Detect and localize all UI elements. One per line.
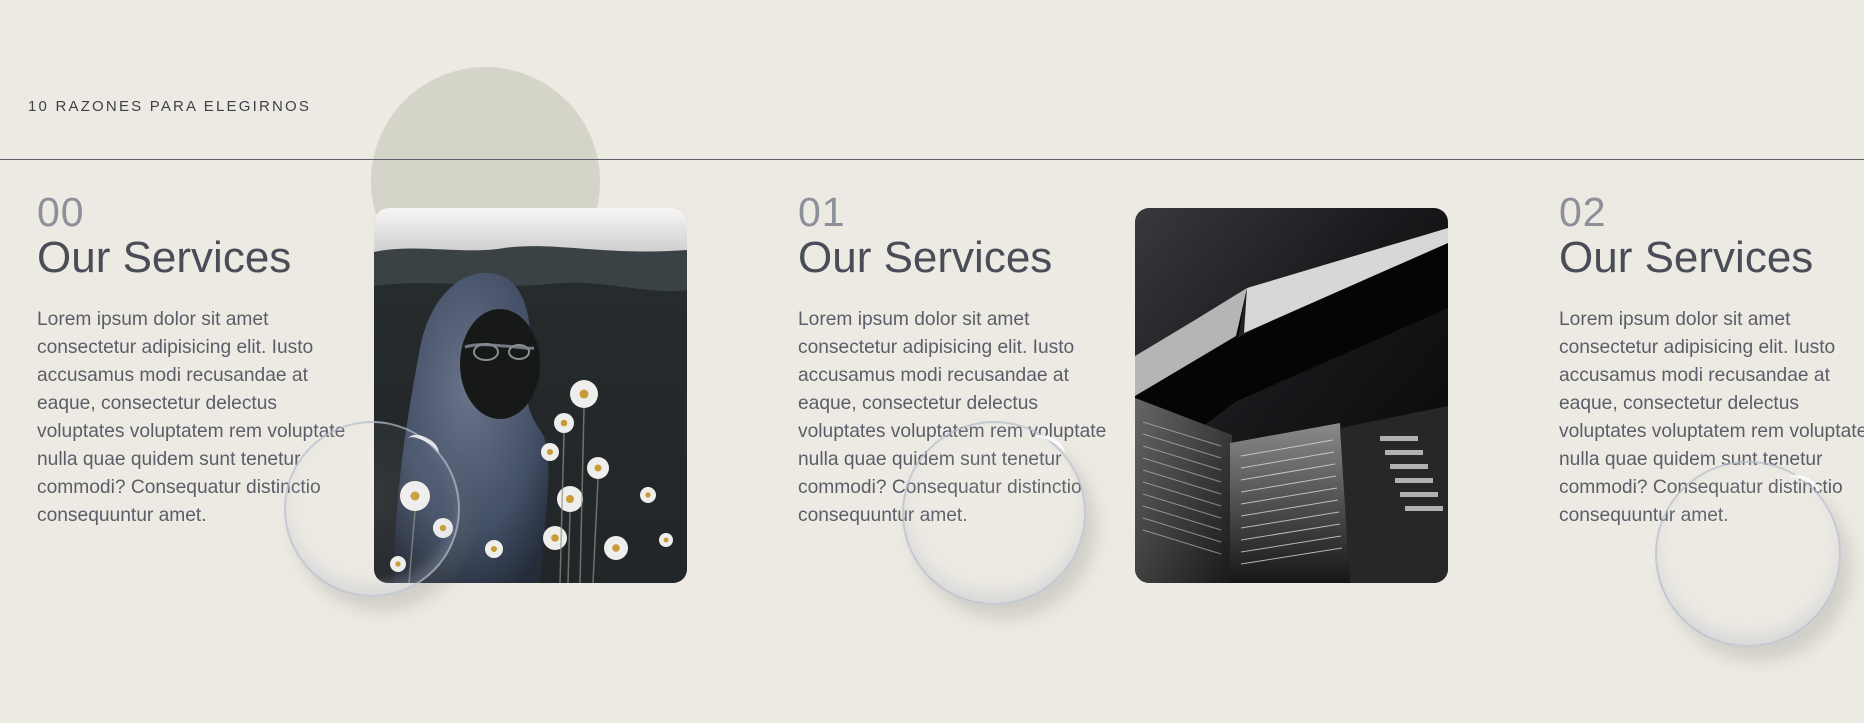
service-title: Our Services: [1559, 233, 1814, 282]
service-photo-1: [1135, 208, 1448, 583]
service-title: Our Services: [37, 233, 292, 282]
service-number: 01: [798, 189, 846, 235]
service-number: 00: [37, 189, 85, 235]
decorative-bubble: [1655, 461, 1841, 647]
architecture-image: [1135, 208, 1448, 583]
service-number: 02: [1559, 189, 1607, 235]
decorative-bubble: [284, 421, 460, 597]
section-eyebrow: 10 RAZONES PARA ELEGIRNOS: [28, 98, 312, 115]
service-title: Our Services: [798, 233, 1053, 282]
decorative-bubble: [902, 421, 1086, 605]
section-divider: [0, 159, 1864, 160]
